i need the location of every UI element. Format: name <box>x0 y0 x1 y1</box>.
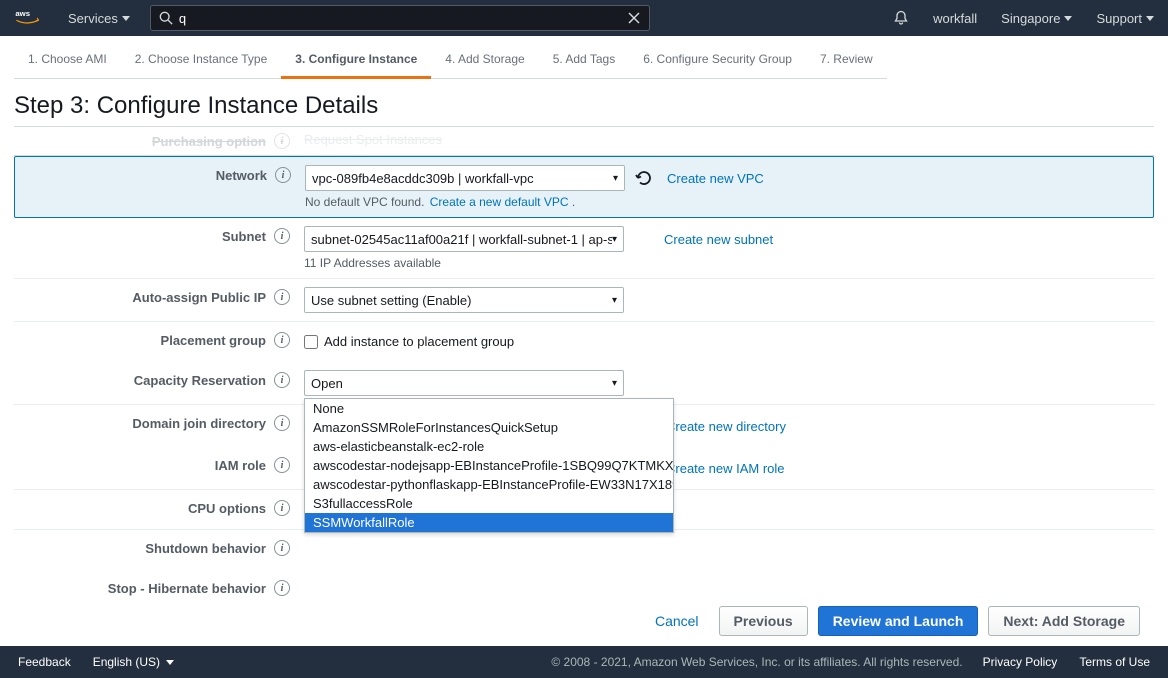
top-nav: aws Services workfall Singapore Support <box>0 0 1168 36</box>
placement-checkbox[interactable] <box>304 335 318 349</box>
review-and-launch-button[interactable]: Review and Launch <box>818 606 979 636</box>
subnet-label: Subnet <box>222 229 266 244</box>
info-icon[interactable]: i <box>274 500 290 516</box>
subnet-select[interactable]: subnet-02545ac11af00a21f | workfall-subn… <box>304 226 624 252</box>
account-menu[interactable]: workfall <box>933 11 977 26</box>
wizard-footer-buttons: Cancel Previous Review and Launch Next: … <box>0 596 1168 646</box>
tab-choose-instance-type[interactable]: 2. Choose Instance Type <box>121 44 282 79</box>
row-hibernate-behavior: Stop - Hibernate behavior i <box>14 570 1154 596</box>
caret-down-icon <box>1064 16 1072 21</box>
row-placement-group: Placement group i Add instance to placeme… <box>14 322 1154 362</box>
caret-down-icon <box>166 660 174 665</box>
search-input[interactable] <box>179 11 627 26</box>
network-select[interactable]: vpc-089fb4e8acddc309b | workfall-vpc▾ <box>305 165 625 191</box>
no-default-vpc-text: No default VPC found. <box>305 195 424 209</box>
capacity-label: Capacity Reservation <box>134 373 266 388</box>
iam-option-selected[interactable]: SSMWorkfallRole <box>305 513 673 532</box>
row-network: Network i vpc-089fb4e8acddc309b | workfal… <box>14 156 1154 218</box>
aws-logo[interactable]: aws <box>14 8 50 28</box>
cancel-button[interactable]: Cancel <box>645 607 709 635</box>
tab-configure-security-group[interactable]: 6. Configure Security Group <box>629 44 806 79</box>
info-icon[interactable]: i <box>274 415 290 431</box>
create-default-vpc-link[interactable]: Create a new default VPC <box>430 195 569 209</box>
capacity-select[interactable]: Open▾ <box>304 370 624 396</box>
info-icon[interactable]: i <box>274 457 290 473</box>
cpu-label: CPU options <box>188 501 266 516</box>
info-icon[interactable]: i <box>275 167 291 183</box>
clear-search-icon[interactable] <box>627 11 641 25</box>
iam-role-dropdown[interactable]: None AmazonSSMRoleForInstancesQuickSetup… <box>304 398 674 533</box>
info-icon[interactable]: i <box>274 289 290 305</box>
create-subnet-link[interactable]: Create new subnet <box>664 232 773 247</box>
search-box[interactable] <box>150 5 650 31</box>
privacy-policy-link[interactable]: Privacy Policy <box>983 655 1058 669</box>
region-menu[interactable]: Singapore <box>1001 11 1072 26</box>
placement-checkbox-row[interactable]: Add instance to placement group <box>304 330 1154 349</box>
iam-option[interactable]: awscodestar-nodejsapp-EBInstanceProfile-… <box>305 456 673 475</box>
tab-add-storage[interactable]: 4. Add Storage <box>431 44 538 79</box>
iam-option[interactable]: aws-elasticbeanstalk-ec2-role <box>305 437 673 456</box>
notifications-icon[interactable] <box>893 10 909 26</box>
create-directory-link[interactable]: Create new directory <box>666 419 786 434</box>
iam-option[interactable]: awscodestar-pythonflaskapp-EBInstancePro… <box>305 475 673 494</box>
info-icon[interactable]: i <box>274 133 290 149</box>
autoip-label: Auto-assign Public IP <box>132 290 266 305</box>
row-auto-assign-ip: Auto-assign Public IP i Use subnet settin… <box>14 279 1154 322</box>
wizard-tabs: 1. Choose AMI 2. Choose Instance Type 3.… <box>0 36 1168 80</box>
feedback-link[interactable]: Feedback <box>18 655 71 669</box>
create-iam-role-link[interactable]: Create new IAM role <box>666 461 785 476</box>
domain-label: Domain join directory <box>132 416 266 431</box>
tab-add-tags[interactable]: 5. Add Tags <box>539 44 630 79</box>
hibernate-label: Stop - Hibernate behavior <box>108 581 266 596</box>
next-add-storage-button[interactable]: Next: Add Storage <box>988 606 1140 636</box>
tab-choose-ami[interactable]: 1. Choose AMI <box>14 44 121 79</box>
svg-text:aws: aws <box>15 9 30 18</box>
row-shutdown-behavior: Shutdown behavior i <box>14 530 1154 570</box>
shutdown-label: Shutdown behavior <box>145 541 266 556</box>
iam-label: IAM role <box>215 458 266 473</box>
services-menu[interactable]: Services <box>68 11 130 26</box>
network-label: Network <box>216 168 267 183</box>
iam-option[interactable]: None <box>305 399 673 418</box>
iam-option[interactable]: AmazonSSMRoleForInstancesQuickSetup <box>305 418 673 437</box>
language-menu[interactable]: English (US) <box>93 655 175 669</box>
search-icon <box>159 11 173 25</box>
autoip-select[interactable]: Use subnet setting (Enable)▾ <box>304 287 624 313</box>
iam-option[interactable]: S3fullaccessRole <box>305 494 673 513</box>
create-vpc-link[interactable]: Create new VPC <box>667 171 764 186</box>
caret-down-icon <box>1146 16 1154 21</box>
tab-review[interactable]: 7. Review <box>806 44 887 79</box>
info-icon[interactable]: i <box>274 540 290 556</box>
terms-of-use-link[interactable]: Terms of Use <box>1079 655 1150 669</box>
support-menu[interactable]: Support <box>1096 11 1154 26</box>
tab-configure-instance[interactable]: 3. Configure Instance <box>281 44 431 79</box>
page-title: Step 3: Configure Instance Details <box>14 88 1154 126</box>
info-icon[interactable]: i <box>274 580 290 596</box>
copyright-text: © 2008 - 2021, Amazon Web Services, Inc.… <box>551 655 962 669</box>
previous-button[interactable]: Previous <box>719 606 808 636</box>
row-subnet: Subneti subnet-02545ac11af00a21f | workf… <box>14 218 1154 279</box>
caret-down-icon <box>122 16 130 21</box>
info-icon[interactable]: i <box>274 228 290 244</box>
refresh-icon[interactable] <box>635 169 653 187</box>
subnet-ip-count: 11 IP Addresses available <box>304 256 1154 270</box>
info-icon[interactable]: i <box>274 332 290 348</box>
placement-label: Placement group <box>161 333 266 348</box>
info-icon[interactable]: i <box>274 372 290 388</box>
